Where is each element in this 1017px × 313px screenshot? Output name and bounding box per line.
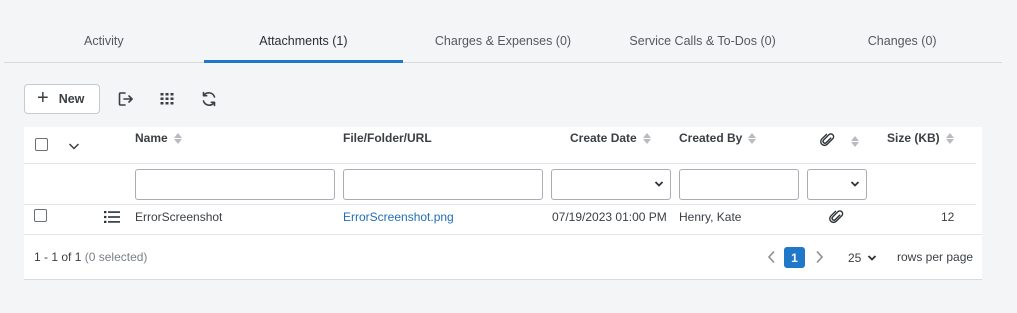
pager-selected: (0 selected) <box>84 250 148 264</box>
row-menu-icon[interactable] <box>104 210 120 227</box>
tab-activity[interactable]: Activity <box>4 18 204 62</box>
column-header-created-by[interactable]: Created By <box>679 131 757 145</box>
refresh-icon[interactable] <box>198 88 220 110</box>
chevron-left-icon[interactable] <box>762 247 780 267</box>
grid-header: Name File/Folder/URL Create Date Created… <box>24 127 976 164</box>
chevron-down-icon <box>868 255 877 261</box>
column-chooser-icon[interactable] <box>156 88 178 110</box>
attachments-grid: Name File/Folder/URL Create Date Created… <box>24 127 982 280</box>
row-created-by: Henry, Kate <box>679 210 742 224</box>
chevron-right-icon[interactable] <box>810 247 828 267</box>
pager-info: 1 - 1 of 1 (0 selected) <box>34 250 147 264</box>
sort-icon[interactable] <box>945 132 954 144</box>
export-icon[interactable] <box>114 88 136 110</box>
column-header-name[interactable]: Name <box>135 131 182 145</box>
filter-row <box>24 164 976 205</box>
table-row[interactable]: ErrorScreenshot ErrorScreenshot.png 07/1… <box>24 205 982 235</box>
row-checkbox[interactable] <box>34 209 47 222</box>
chevron-down-icon <box>850 181 860 187</box>
pager-range: 1 - 1 of 1 <box>34 250 82 264</box>
new-button-label: New <box>58 92 85 106</box>
attachment-filter-select[interactable] <box>807 169 867 200</box>
sort-icon[interactable] <box>642 132 651 144</box>
paperclip-icon[interactable] <box>829 209 844 227</box>
paperclip-icon <box>820 132 835 150</box>
column-header-attachment[interactable] <box>820 132 859 150</box>
current-page-button[interactable]: 1 <box>784 247 805 268</box>
sort-icon[interactable] <box>851 135 859 147</box>
column-header-create-date-label: Create Date <box>570 131 637 145</box>
rows-per-page-value: 25 <box>848 251 862 265</box>
column-header-created-by-label: Created By <box>679 131 743 145</box>
column-header-file-label: File/Folder/URL <box>343 131 432 145</box>
chevron-down-icon <box>654 181 664 187</box>
column-header-create-date[interactable]: Create Date <box>570 131 651 145</box>
file-filter-input[interactable] <box>343 169 543 200</box>
plus-icon: + <box>37 87 49 109</box>
name-filter-input[interactable] <box>135 169 335 200</box>
row-name: ErrorScreenshot <box>135 210 223 224</box>
column-header-name-label: Name <box>135 131 168 145</box>
tab-changes[interactable]: Changes (0) <box>802 18 1002 62</box>
row-file-link[interactable]: ErrorScreenshot.png <box>343 210 454 224</box>
create-date-filter-select[interactable] <box>551 169 671 200</box>
column-header-size[interactable]: Size (KB) <box>887 131 954 145</box>
column-header-file[interactable]: File/Folder/URL <box>343 131 432 145</box>
new-button[interactable]: + New <box>24 84 100 114</box>
row-create-date: 07/19/2023 01:00 PM <box>552 210 667 224</box>
sort-icon[interactable] <box>173 132 182 144</box>
grid-footer: 1 - 1 of 1 (0 selected) 1 25 rows per pa… <box>24 235 982 280</box>
tab-bar: Activity Attachments (1) Charges & Expen… <box>4 18 1002 63</box>
column-header-size-label: Size (KB) <box>887 131 940 145</box>
attachments-panel: { "tabs": [ {"label": "Activity"}, {"lab… <box>0 0 1017 313</box>
tab-attachments[interactable]: Attachments (1) <box>203 18 404 63</box>
created-by-filter-input[interactable] <box>679 169 799 200</box>
rows-per-page-select[interactable]: 25 <box>848 248 890 268</box>
tab-service-calls-todos[interactable]: Service Calls & To-Dos (0) <box>603 18 803 62</box>
rows-per-page-label: rows per page <box>897 250 974 264</box>
sort-icon[interactable] <box>748 132 757 144</box>
chevron-down-icon[interactable] <box>68 140 80 154</box>
select-all-checkbox[interactable] <box>35 138 48 151</box>
row-size: 12 <box>941 210 955 224</box>
tab-charges-expenses[interactable]: Charges & Expenses (0) <box>403 18 603 62</box>
